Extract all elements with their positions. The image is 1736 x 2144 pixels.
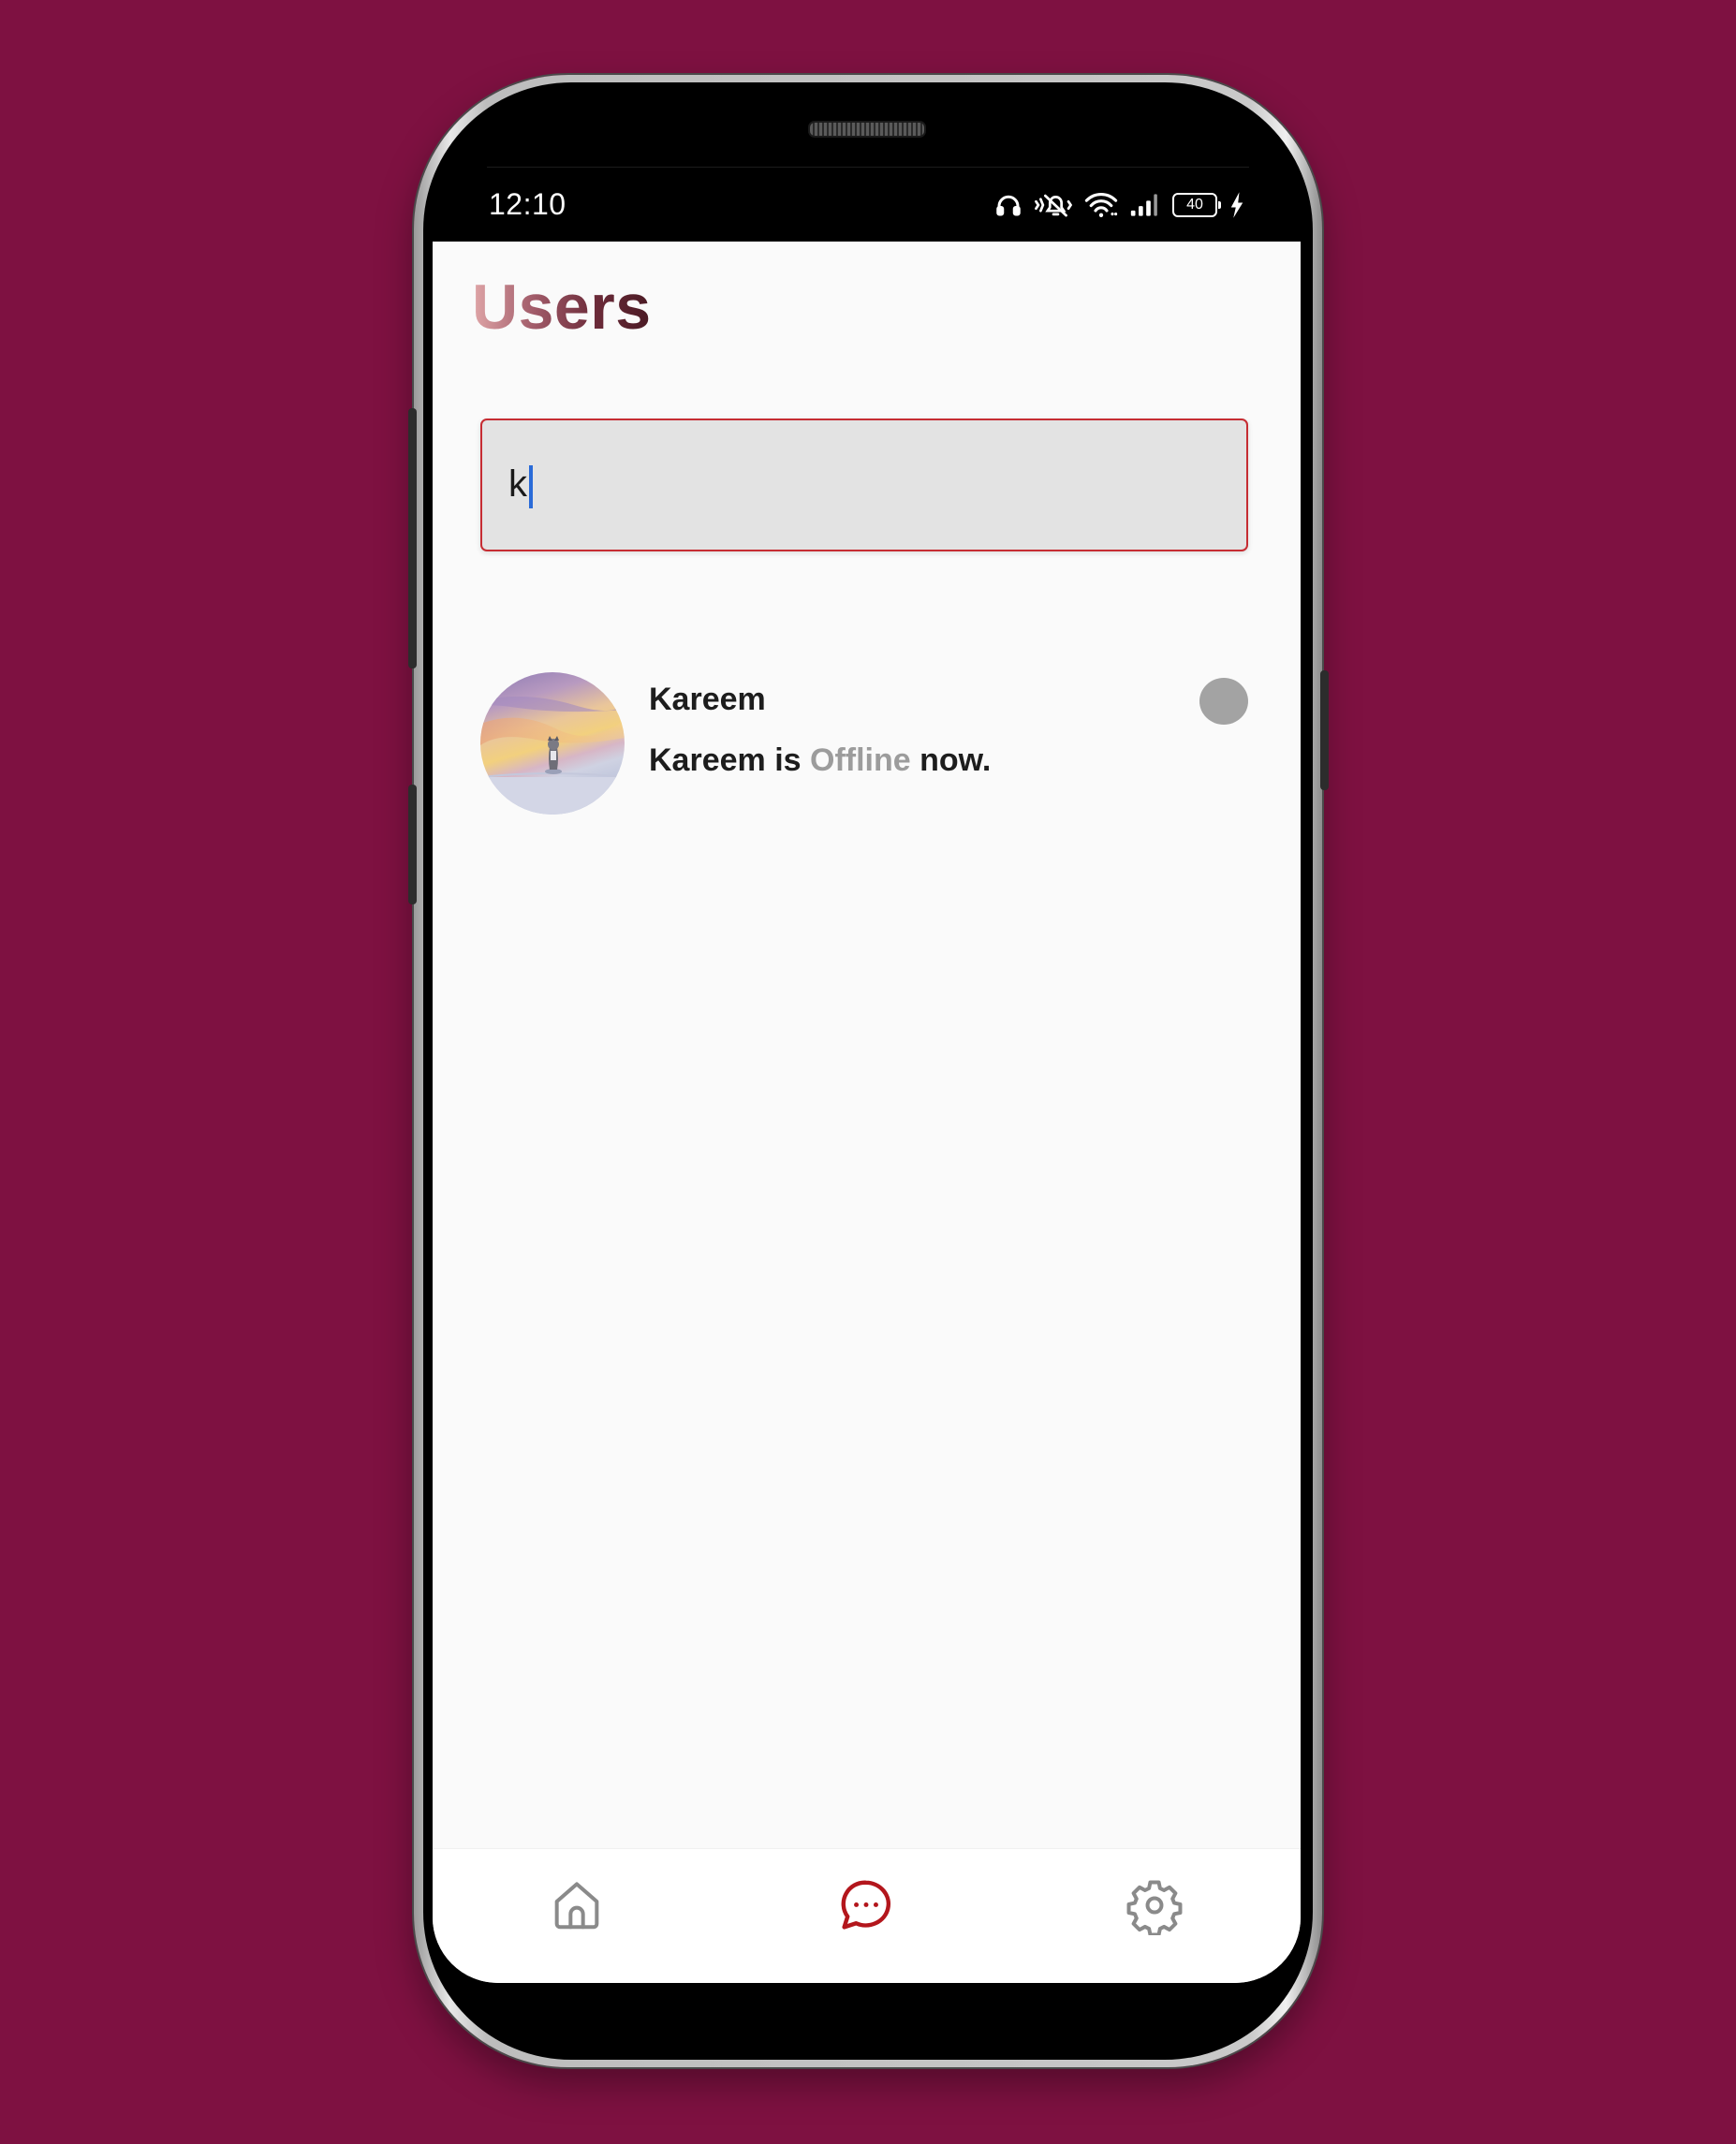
volume-up-button: [408, 408, 417, 668]
nav-settings-button[interactable]: [1119, 1870, 1190, 1941]
vibrate-mute-icon: [1035, 194, 1073, 217]
app-screen: Users k Kareem Kareem is Offline now.: [433, 242, 1301, 1983]
battery-icon: 40: [1172, 193, 1221, 217]
gear-icon: [1126, 1880, 1183, 1935]
offline-status-indicator: [1199, 678, 1248, 725]
charging-icon: [1230, 192, 1243, 218]
user-list-item[interactable]: Kareem Kareem is Offline now.: [480, 672, 1248, 822]
status-icons: 40: [994, 185, 1245, 225]
chat-icon: [841, 1880, 890, 1930]
search-box[interactable]: [480, 419, 1248, 551]
avatar-image: [480, 672, 625, 815]
page-title: Users: [472, 270, 652, 346]
volume-down-button: [408, 785, 417, 904]
wifi-icon: [1084, 192, 1118, 217]
status-time: 12:10: [489, 187, 566, 221]
nav-home-button[interactable]: [541, 1870, 612, 1941]
nav-chat-button[interactable]: [831, 1870, 902, 1941]
avatar[interactable]: [480, 672, 625, 815]
search-input[interactable]: [508, 448, 1164, 520]
user-status-text: Kareem is Offline now.: [649, 742, 991, 779]
status-word: Offline: [810, 742, 911, 778]
home-icon: [554, 1882, 599, 1930]
text-caret: [529, 465, 533, 508]
status-suffix: now.: [910, 742, 992, 778]
bottom-nav: [433, 1848, 1301, 1983]
earpiece-speaker: [808, 121, 926, 138]
headphones-icon: [996, 195, 1021, 216]
power-button: [1320, 670, 1329, 790]
status-prefix: Kareem is: [649, 742, 810, 778]
bezel-divider: [487, 167, 1249, 168]
user-name: Kareem: [649, 682, 766, 717]
signal-icon: [1130, 194, 1157, 216]
